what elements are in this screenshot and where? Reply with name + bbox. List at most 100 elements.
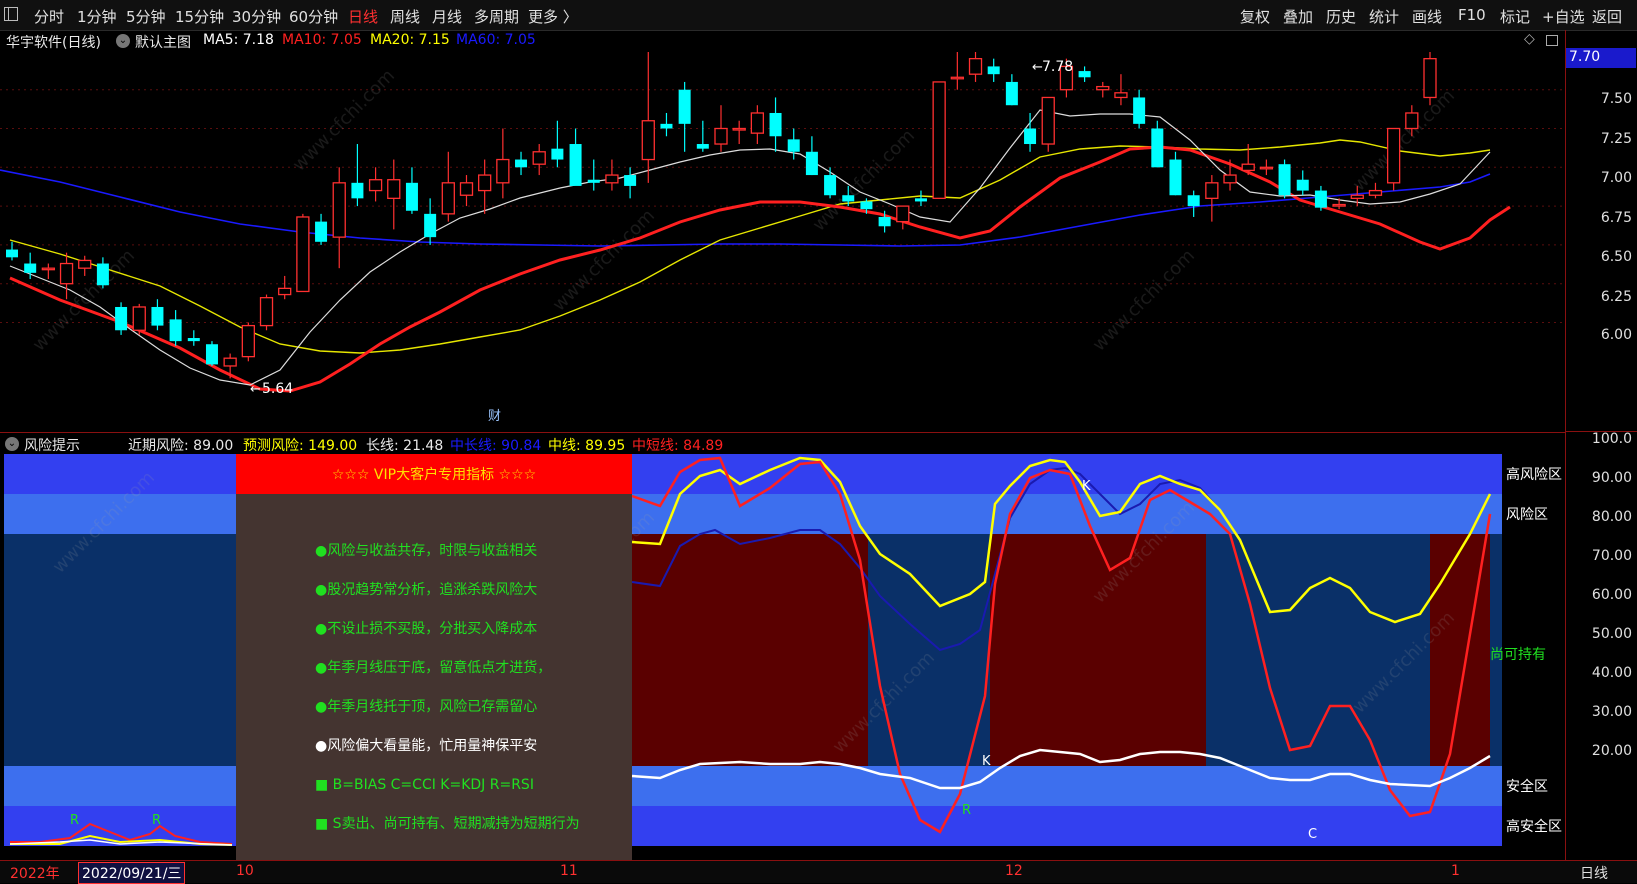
candle-body[interactable] [1024, 128, 1037, 145]
candle-body[interactable] [169, 319, 182, 342]
candle-body[interactable] [1205, 182, 1219, 199]
more-menu-button[interactable]: 更多 〉 [528, 6, 578, 27]
candle-body[interactable] [459, 182, 474, 196]
candle-body[interactable] [932, 81, 946, 199]
candle-body[interactable] [805, 151, 818, 176]
candle-body[interactable] [151, 306, 164, 326]
candle-body[interactable] [1314, 190, 1327, 208]
candle-body[interactable] [441, 182, 455, 215]
back-button[interactable]: 返回 [1592, 6, 1622, 27]
candle-body[interactable] [332, 182, 346, 238]
candle-body[interactable] [1241, 163, 1255, 172]
stats-button[interactable]: 统计 [1369, 6, 1399, 27]
risk-indicator-chart[interactable]: www.cfchi.comwww.cfchi.comwww.cfchi.comw… [0, 454, 1565, 860]
chevron-down-icon[interactable]: ⌄ [5, 437, 19, 451]
time-axis[interactable]: 2022年 2022/09/21/三 10 11 12 1 日线 [0, 860, 1637, 884]
candle-body[interactable] [368, 179, 383, 192]
candle-body[interactable] [532, 151, 546, 165]
candle-body[interactable] [496, 158, 510, 184]
period-tab-weekly[interactable]: 周线 [390, 6, 420, 27]
period-tab-multi[interactable]: 多周期 [474, 6, 519, 27]
period-tab-5[interactable]: 30分钟 [232, 6, 281, 27]
y-axis[interactable]: 7.70 7.50 7.25 7.00 6.75 6.50 6.25 6.00 … [1565, 30, 1637, 860]
price-chart[interactable]: www.cfchi.comwww.cfchi.comwww.cfchi.comw… [0, 52, 1565, 430]
candle-body[interactable] [678, 89, 691, 124]
candle-body[interactable] [241, 324, 255, 358]
candle-body[interactable] [878, 216, 891, 227]
candle-body[interactable] [1405, 112, 1419, 130]
candle-body[interactable] [1259, 166, 1274, 170]
candle-body[interactable] [315, 221, 328, 242]
candle-body[interactable] [96, 263, 109, 286]
candle-body[interactable] [824, 175, 837, 196]
candle-body[interactable] [1133, 97, 1146, 124]
candle-body[interactable] [24, 263, 37, 273]
candle-body[interactable] [59, 262, 74, 285]
candle-body[interactable] [1278, 164, 1291, 196]
indicator-name[interactable]: 风险提示 [24, 435, 80, 455]
window-toggle-icon[interactable] [1546, 35, 1558, 46]
candle-body[interactable] [259, 297, 274, 327]
candle-body[interactable] [1114, 92, 1128, 99]
candle-body[interactable] [714, 127, 728, 145]
candle-body[interactable] [41, 267, 56, 271]
draw-button[interactable]: 画线 [1412, 6, 1442, 27]
candle-body[interactable] [750, 112, 765, 134]
candle-body[interactable] [842, 195, 855, 202]
candle-body[interactable] [641, 120, 655, 161]
period-label[interactable]: 日线 [1580, 863, 1608, 883]
candle-body[interactable] [223, 357, 237, 367]
period-tab-6[interactable]: 60分钟 [289, 6, 338, 27]
candle-body[interactable] [405, 182, 418, 211]
candle-body[interactable] [624, 175, 637, 186]
candle-body[interactable] [696, 144, 709, 149]
candle-body[interactable] [1151, 128, 1164, 168]
candle-body[interactable] [132, 306, 146, 331]
period-tab-2[interactable]: 1分钟 [77, 6, 117, 27]
template-label[interactable]: 默认主图 [135, 32, 191, 52]
candle-body[interactable] [351, 182, 364, 199]
adjust-button[interactable]: 复权 [1240, 6, 1270, 27]
period-tab-3[interactable]: 5分钟 [126, 6, 166, 27]
finance-marker[interactable]: 财 [488, 409, 501, 424]
candle-body[interactable] [6, 249, 18, 258]
candle-body[interactable] [914, 198, 927, 202]
period-tab-1[interactable]: 分时 [34, 6, 64, 27]
candle-body[interactable] [1096, 85, 1110, 91]
candle-body[interactable] [1296, 179, 1309, 191]
candle-body[interactable] [424, 213, 437, 238]
candle-body[interactable] [1041, 96, 1055, 145]
panel-toggle-icon[interactable] [4, 7, 18, 21]
candle-body[interactable] [115, 306, 128, 331]
candle-body[interactable] [1423, 58, 1437, 99]
period-tab-monthly[interactable]: 月线 [432, 6, 462, 27]
candle-body[interactable] [1368, 189, 1383, 196]
chevron-down-icon[interactable]: ⌄ [116, 34, 130, 48]
candle-body[interactable] [950, 76, 964, 80]
candle-body[interactable] [1078, 71, 1091, 78]
period-tab-4[interactable]: 15分钟 [175, 6, 224, 27]
candle-body[interactable] [569, 144, 582, 186]
candle-body[interactable] [787, 139, 800, 152]
candle-body[interactable] [587, 179, 600, 183]
period-tab-daily[interactable]: 日线 [348, 6, 378, 27]
candle-body[interactable] [987, 66, 1000, 75]
candle-body[interactable] [1332, 203, 1346, 207]
candle-body[interactable] [1350, 194, 1364, 199]
candle-body[interactable] [551, 148, 564, 160]
candle-body[interactable] [205, 344, 218, 365]
history-button[interactable]: 历史 [1326, 6, 1356, 27]
diamond-icon[interactable]: ◇ [1524, 31, 1535, 47]
candle-body[interactable] [187, 338, 200, 342]
candle-body[interactable] [78, 259, 92, 269]
candle-body[interactable] [1386, 127, 1401, 184]
candle-body[interactable] [1223, 174, 1237, 184]
candle-body[interactable] [860, 201, 873, 210]
candle-body[interactable] [296, 216, 310, 293]
candle-body[interactable] [387, 179, 401, 199]
candle-body[interactable] [732, 127, 746, 131]
candle-body[interactable] [1169, 159, 1182, 196]
candle-body[interactable] [769, 112, 782, 137]
candle-body[interactable] [278, 287, 292, 296]
overlay-button[interactable]: 叠加 [1283, 6, 1313, 27]
